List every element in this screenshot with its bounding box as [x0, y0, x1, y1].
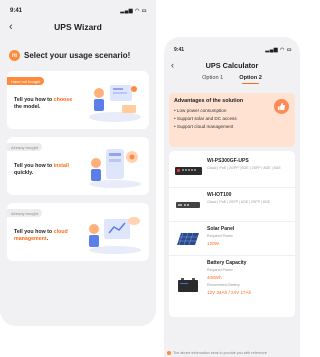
tab-option-1[interactable]: Option 1: [202, 75, 223, 83]
product-desc: Cloud | PoE | 2SFP | 6GE | 2SFP | 8GE: [207, 200, 271, 204]
list-item[interactable]: Battery Capacity Required Power 408Wh Re…: [169, 256, 295, 314]
product-name: Solar Panel: [207, 226, 235, 232]
choose-illustration-icon: [89, 85, 141, 122]
card-label: Tell you how to cloud management.: [14, 229, 68, 243]
status-bar: 9:41 ▂▄▆ ◠ ▭: [164, 37, 300, 55]
card-tag: Already bought: [7, 209, 42, 217]
advantages-title: Advantages of the solution: [174, 98, 244, 104]
battery-icon: [174, 260, 202, 310]
info-dot-icon: [167, 351, 171, 355]
card-tag: Have not bought: [7, 77, 45, 85]
switch-device-icon: [174, 158, 202, 183]
tab-option-2[interactable]: Option 2: [239, 75, 262, 84]
battery-capacity-value: 408Wh: [207, 275, 222, 281]
solar-power-value: 120W: [207, 241, 220, 247]
cloud-illustration-icon: [89, 217, 141, 254]
battery-recommend-value: 12V 34Ah / 24V 17Ah: [207, 290, 252, 296]
product-desc: Cloud | PoE | 2GPP | 6GE | 2SFP | 8GE | …: [207, 166, 281, 170]
nav-bar: ‹ UPS Calculator: [164, 55, 300, 75]
card-label: Tell you how to install quickly.: [14, 163, 69, 177]
page-title: UPS Wizard: [54, 22, 102, 32]
footnote: The above information aims to provide yo…: [164, 349, 300, 357]
chevron-left-icon[interactable]: ‹: [9, 21, 13, 33]
scenario-card-cloud[interactable]: Already bought Tell you how to cloud man…: [7, 203, 149, 261]
product-desc: Recommend Battery: [207, 283, 240, 288]
product-name: WI-PS300GF-UPS: [207, 158, 249, 164]
scenario-card-install[interactable]: Already bought Tell you how to install q…: [7, 137, 149, 195]
hi-badge-icon: Hi: [9, 50, 20, 61]
thumbs-up-icon: [274, 99, 289, 114]
advantage-item: • Low power consumption: [174, 108, 227, 113]
advantage-item: • Support cloud management: [174, 124, 234, 129]
list-item[interactable]: WI-IOT100 Cloud | PoE | 2SFP | 6GE | 2SF…: [169, 188, 295, 222]
chevron-left-icon[interactable]: ‹: [171, 60, 174, 70]
nav-bar: ‹ UPS Wizard: [0, 16, 156, 38]
list-item[interactable]: Solar Panel Required Power 120W: [169, 222, 295, 256]
scenario-card-choose[interactable]: Have not bought Tell you how to choose t…: [7, 71, 149, 129]
advantage-item: • Support solar and DC access: [174, 116, 237, 121]
footnote-text: The above information aims to provide yo…: [173, 351, 267, 355]
iot-device-icon: [174, 192, 202, 217]
product-name: WI-IOT100: [207, 192, 232, 198]
product-list: WI-PS300GF-UPS Cloud | PoE | 2GPP | 6GE …: [169, 151, 295, 317]
prompt-text: Select your usage scenario!: [24, 51, 131, 60]
status-time: 9:41: [174, 47, 185, 53]
advantages-box: Advantages of the solution • Low power c…: [169, 93, 295, 147]
status-bar: 9:41 ▂▄▆ ◠ ▭: [0, 0, 156, 16]
install-illustration-icon: [89, 149, 141, 188]
page-title: UPS Calculator: [205, 60, 259, 70]
scenario-prompt: Hi Select your usage scenario!: [0, 38, 156, 71]
status-time: 9:41: [10, 8, 23, 14]
product-desc: Required Power: [207, 234, 233, 238]
ups-calculator-screen: 9:41 ▂▄▆ ◠ ▭ ‹ UPS Calculator Option 1 O…: [164, 37, 300, 357]
list-item[interactable]: WI-PS300GF-UPS Cloud | PoE | 2GPP | 6GE …: [169, 154, 295, 188]
card-label: Tell you how to choose the model.: [14, 97, 73, 111]
card-tag: Already bought: [7, 143, 42, 151]
solar-panel-icon: [174, 226, 202, 251]
status-icons: ▂▄▆ ◠ ▭: [265, 47, 292, 53]
product-name: Battery Capacity: [207, 260, 247, 266]
option-tabs: Option 1 Option 2: [164, 75, 300, 89]
product-desc: Required Power: [207, 268, 233, 272]
ups-wizard-screen: 9:41 ▂▄▆ ◠ ▭ ‹ UPS Wizard Hi Select your…: [0, 0, 156, 326]
status-icons: ▂▄▆ ◠ ▭: [120, 8, 147, 14]
